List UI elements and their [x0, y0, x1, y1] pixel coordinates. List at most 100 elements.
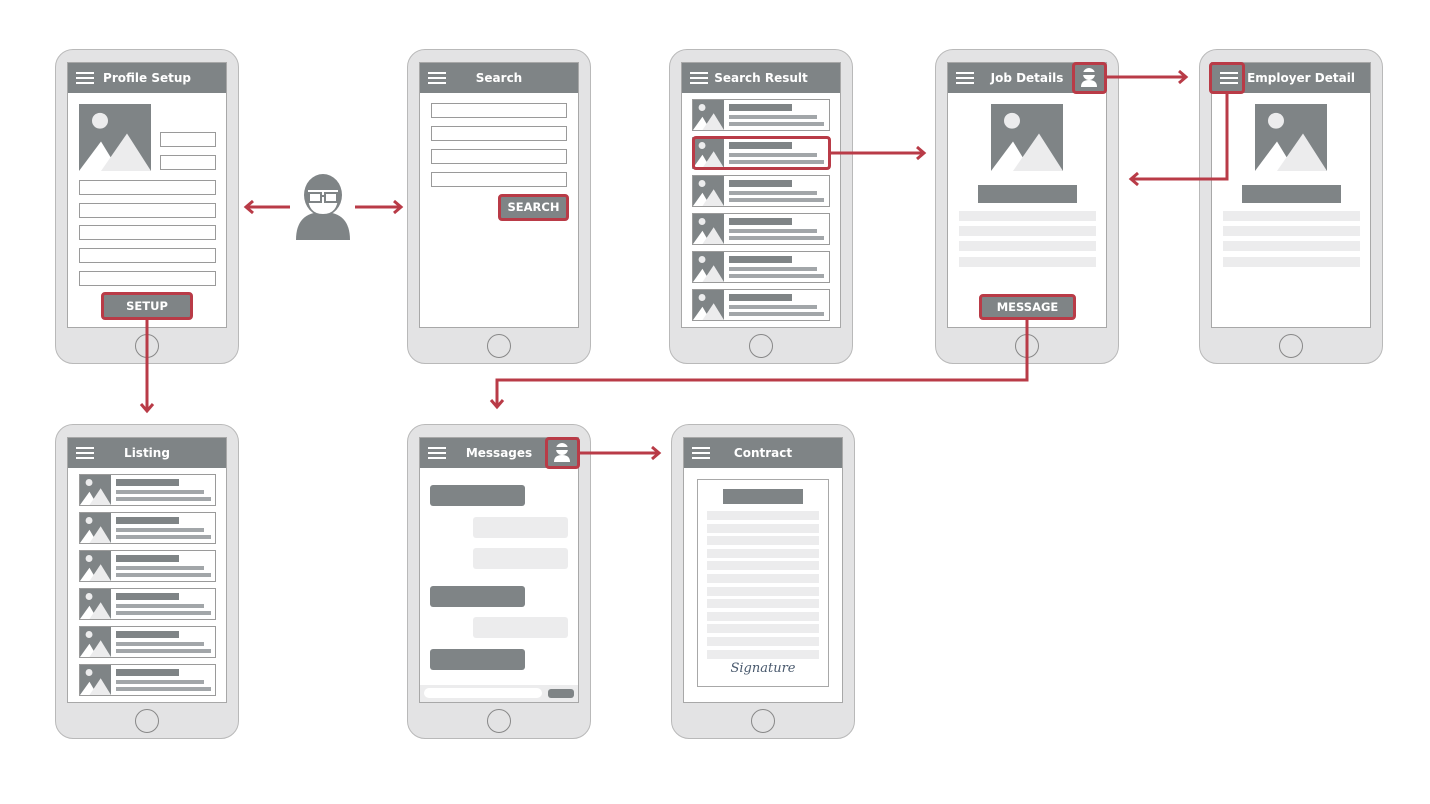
contract-line [707, 523, 819, 533]
arrow-head-icon [1128, 171, 1139, 187]
item-line [116, 535, 211, 539]
arrow-head-icon [139, 403, 155, 414]
home-button[interactable] [749, 334, 773, 358]
item-title [729, 256, 792, 263]
image-placeholder-icon [80, 551, 111, 581]
home-button[interactable] [1015, 334, 1039, 358]
item-title [116, 517, 179, 524]
text-input[interactable] [79, 225, 216, 240]
image-placeholder-icon [80, 665, 111, 695]
contract-line [707, 649, 819, 659]
search-input[interactable] [431, 126, 567, 141]
item-line [116, 687, 211, 691]
contract-line [707, 548, 819, 558]
contract-line [707, 637, 819, 646]
image-placeholder-icon [1255, 104, 1327, 171]
text-line [1223, 257, 1360, 267]
contract-line [707, 574, 819, 583]
item-line [116, 497, 211, 501]
sent-message-bubble [473, 617, 568, 638]
text-input[interactable] [79, 248, 216, 263]
home-button[interactable] [751, 709, 775, 733]
home-button[interactable] [1279, 334, 1303, 358]
arrow-head-icon [393, 199, 404, 215]
text-input[interactable] [79, 203, 216, 218]
text-input[interactable] [160, 132, 216, 147]
contract-line [707, 586, 819, 596]
item-line [116, 680, 204, 684]
item-title [116, 669, 179, 676]
arrow-head-icon [489, 399, 505, 410]
search-input[interactable] [431, 149, 567, 164]
item-title [116, 479, 179, 486]
screen-title: Employer Detail [1247, 71, 1355, 85]
image-placeholder-icon [80, 475, 111, 505]
highlight-search-result-item [692, 136, 831, 170]
item-line [729, 236, 824, 240]
highlight-search [498, 194, 569, 221]
item-line [729, 267, 817, 271]
item-line [729, 305, 817, 309]
highlight-messages-avatar [545, 437, 580, 469]
received-message-bubble [430, 649, 525, 670]
item-line [729, 274, 824, 278]
search-input[interactable] [431, 172, 567, 187]
home-button[interactable] [135, 334, 159, 358]
item-title [729, 218, 792, 225]
user-glasses [308, 192, 338, 203]
message-input[interactable] [424, 688, 542, 698]
send-button[interactable] [548, 689, 574, 698]
contract-line [707, 599, 819, 609]
item-line [729, 191, 817, 195]
image-placeholder-icon [80, 627, 111, 657]
item-line [116, 490, 204, 494]
job-title-bar [978, 185, 1077, 203]
contract-line [707, 561, 819, 571]
image-placeholder-icon [80, 513, 111, 543]
item-line [116, 649, 211, 653]
highlight-job-avatar [1072, 62, 1107, 94]
item-line [729, 312, 824, 316]
screen-title: Listing [124, 446, 170, 460]
image-placeholder-icon [79, 104, 151, 171]
image-placeholder-icon [693, 290, 724, 320]
item-line [116, 604, 204, 608]
image-placeholder-icon [693, 100, 724, 130]
sent-message-bubble [473, 548, 568, 569]
contract-title-bar [723, 489, 803, 504]
text-input[interactable] [79, 180, 216, 195]
text-line [959, 226, 1096, 236]
item-line [116, 573, 211, 577]
item-line [729, 229, 817, 233]
text-input[interactable] [160, 155, 216, 170]
text-line [1223, 241, 1360, 251]
home-button[interactable] [487, 334, 511, 358]
item-title [116, 593, 179, 600]
text-input[interactable] [79, 271, 216, 286]
contract-line [707, 624, 819, 634]
employer-name-bar [1242, 185, 1341, 203]
image-placeholder-icon [693, 214, 724, 244]
item-title [729, 180, 792, 187]
item-line [116, 528, 204, 532]
home-button[interactable] [135, 709, 159, 733]
text-line [1223, 226, 1360, 236]
search-input[interactable] [431, 103, 567, 118]
screen-title: Profile Setup [103, 71, 191, 85]
text-line [1223, 211, 1360, 221]
item-line [729, 122, 824, 126]
received-message-bubble [430, 485, 525, 506]
text-line [959, 211, 1096, 221]
image-placeholder-icon [693, 252, 724, 282]
item-line [116, 642, 204, 646]
home-button[interactable] [487, 709, 511, 733]
arrow-head-icon [651, 445, 662, 461]
signature: Signature [730, 661, 796, 676]
received-message-bubble [430, 586, 525, 607]
image-placeholder-icon [693, 176, 724, 206]
text-line [959, 241, 1096, 251]
text-line [959, 257, 1096, 267]
item-title [116, 631, 179, 638]
sent-message-bubble [473, 517, 568, 538]
item-line [116, 611, 211, 615]
